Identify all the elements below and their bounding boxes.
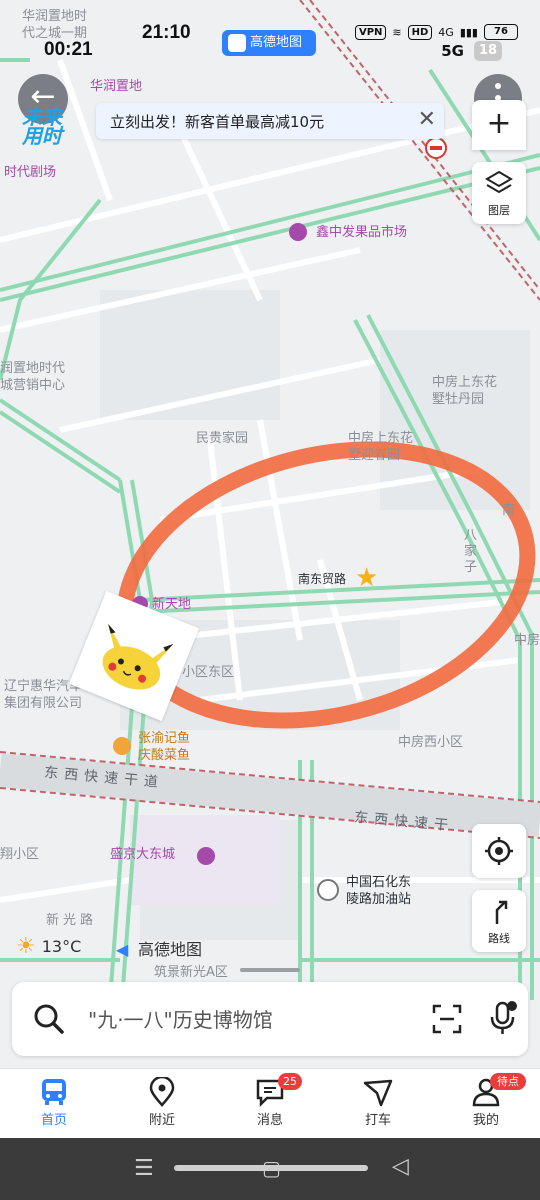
network-label: 4G — [438, 25, 454, 39]
map-label-poi: 小区东区 — [182, 665, 235, 680]
map-label-gas-station[interactable]: 中国石化东 陵路加油站 — [346, 874, 436, 908]
location-pin-icon — [149, 1077, 175, 1107]
close-icon[interactable]: ✕ — [418, 107, 436, 132]
crosshair-icon — [485, 837, 513, 865]
layers-button[interactable]: 图层 — [472, 162, 526, 224]
amap-logo-icon — [228, 34, 246, 52]
map-label-road: 新光路 — [46, 913, 98, 928]
search-bar[interactable]: "九·一八"历史博物馆 — [12, 982, 528, 1056]
locate-button[interactable] — [472, 824, 526, 878]
hd-badge: HD — [407, 24, 433, 40]
tab-home[interactable]: 首页 — [14, 1077, 94, 1128]
promo-banner[interactable]: 立刻出发！新客首单最高减10元 ✕ — [96, 103, 444, 139]
map-label-road: 南 — [502, 503, 516, 518]
tab-nearby[interactable]: 附近 — [122, 1077, 202, 1128]
unread-badge: 25 — [278, 1073, 302, 1090]
system-nav-bar: ☰ ▢ ◁ — [0, 1138, 540, 1200]
map-label-mall[interactable]: 盛京大东城 — [110, 846, 175, 863]
status-icons: VPN ≋ HD 4G ▮▮▮ 76 — [354, 24, 518, 40]
slogan-logo: 未来用时 — [22, 105, 62, 148]
microphone-icon[interactable] — [488, 1000, 518, 1036]
menu-icon[interactable]: ☰ — [134, 1156, 154, 1181]
tab-label: 附近 — [148, 1113, 175, 1128]
search-input[interactable]: "九·一八"历史博物馆 — [88, 1004, 273, 1033]
favorite-star-icon[interactable]: ★ — [355, 565, 378, 591]
map-label-restaurant[interactable]: 张渝记鱼 庆酸菜鱼 — [138, 730, 218, 764]
map-label-poi: 时代剧场 — [4, 165, 57, 180]
age-badge: 18 — [474, 41, 502, 61]
vpn-badge: VPN — [354, 24, 387, 40]
bus-icon — [42, 1079, 66, 1105]
route-button[interactable]: 路线 — [472, 890, 526, 952]
plus-icon: + — [486, 106, 512, 141]
temperature: 13°C — [41, 937, 82, 956]
route-icon — [495, 900, 508, 924]
tab-label: 我的 — [472, 1113, 499, 1128]
promo-text: 立刻出发！新客首单最高减10元 — [110, 113, 325, 131]
bottom-tab-bar: 首页 附近 消息 25 打车 我的 待点亮 — [0, 1068, 540, 1138]
map-label-poi[interactable]: 新天地 — [152, 596, 191, 613]
home-icon[interactable]: ▢ — [262, 1156, 281, 1180]
map-label-market[interactable]: 鑫中发果品市场 — [316, 224, 407, 241]
tab-profile[interactable]: 我的 待点亮 — [446, 1073, 526, 1128]
signal-icon: ▮▮▮ — [459, 25, 478, 39]
map-label-street: 南东贸路 — [298, 572, 347, 586]
map-label-poi: 中房 — [514, 633, 540, 648]
layers-icon — [485, 170, 513, 194]
map-label-road: 八家子 — [464, 528, 478, 575]
map-label-poi: 华润置地 — [90, 79, 143, 94]
status-bar: 21:10 00:21 高德地图 VPN ≋ HD 4G ▮▮▮ 76 5G 1… — [0, 0, 540, 64]
map-base — [0, 0, 540, 1070]
clock: 21:10 — [142, 22, 191, 43]
route-label: 路线 — [488, 932, 510, 945]
map-label-poi: 筑景新光A区 — [154, 965, 228, 980]
battery-indicator: 76 — [484, 24, 518, 40]
layers-label: 图层 — [488, 204, 510, 217]
map-view[interactable]: 华润置地时 代之城一期 华润置地 时代剧场 鑫中发果品市场 润置地时代 城营销中心 … — [0, 0, 540, 1070]
scan-icon[interactable] — [432, 1004, 462, 1034]
map-label-poi: 中房西小区 — [398, 735, 464, 750]
zoom-in-button[interactable]: + — [472, 100, 526, 150]
map-label-poi: 润置地时代 城营销中心 — [0, 361, 66, 393]
brand-name: 高德地图 — [138, 940, 203, 959]
taxi-arrow-icon — [363, 1079, 393, 1107]
network-label-secondary: 5G — [441, 42, 464, 60]
tab-messages[interactable]: 消息 25 — [230, 1073, 310, 1128]
amap-logo-icon: ◀ — [116, 940, 129, 959]
map-label-poi: 中房上东花 墅牡丹园 — [432, 375, 498, 407]
wifi-icon: ≋ — [392, 25, 402, 39]
amap-app: 华润置地时 代之城一期 华润置地 时代剧场 鑫中发果品市场 润置地时代 城营销中心 … — [0, 0, 540, 1200]
sun-icon: ☀ — [16, 934, 36, 959]
brand-logo: ◀ 高德地图 — [116, 936, 202, 960]
tab-label: 消息 — [256, 1113, 283, 1128]
map-label-poi: 民贵家园 — [196, 431, 249, 446]
weather-widget[interactable]: ☀ 13°C — [16, 934, 81, 959]
map-label-poi: 翔小区 — [0, 847, 40, 862]
back-nav-icon[interactable]: ◁ — [392, 1154, 409, 1179]
more-dot — [495, 83, 501, 89]
todo-badge: 待点亮 — [490, 1073, 526, 1105]
search-icon — [34, 1004, 64, 1034]
tab-taxi[interactable]: 打车 — [338, 1077, 418, 1128]
app-chip: 高德地图 — [222, 30, 316, 56]
clock-secondary: 00:21 — [44, 39, 93, 60]
app-chip-label: 高德地图 — [250, 35, 303, 50]
map-label-poi: 中房上东花 墅迎春园 — [348, 431, 414, 463]
tab-label: 打车 — [364, 1113, 391, 1128]
tab-label: 首页 — [40, 1113, 67, 1128]
drawer-handle[interactable] — [240, 968, 300, 972]
